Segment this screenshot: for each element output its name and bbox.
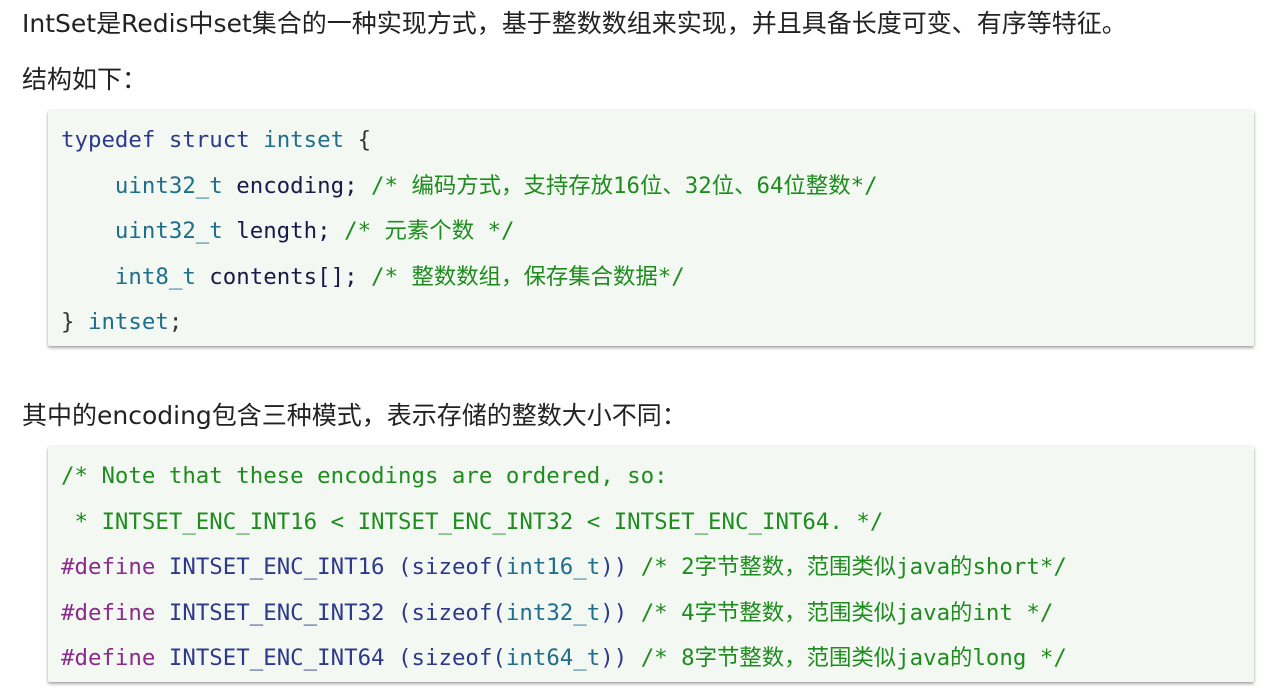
punctuation: )) (600, 645, 628, 671)
intro-paragraph: IntSet是Redis中set集合的一种实现方式，基于整数数组来实现，并且具备… (22, 9, 1127, 38)
encoding-defines-code-block: /* Note that these encodings are ordered… (48, 446, 1254, 682)
code-comment: /* 编码方式，支持存放16位、32位、64位整数*/ (357, 172, 878, 199)
code-line: #define INTSET_ENC_INT16 (sizeof(int16_t… (61, 545, 1254, 591)
field-name: encoding; (222, 172, 358, 199)
encoding-paragraph: 其中的encoding包含三种模式，表示存储的整数大小不同： (22, 401, 687, 430)
code-comment: /* 元素个数 */ (330, 218, 515, 244)
code-comment: /* 4字节整数，范围类似java的int */ (627, 599, 1054, 626)
type-name: int16_t (505, 554, 601, 580)
code-line: #define INTSET_ENC_INT64 (sizeof(int64_t… (61, 636, 1254, 682)
punctuation: ; (168, 309, 183, 335)
code-comment: /* 8字节整数，范围类似java的long */ (627, 645, 1067, 671)
punctuation: )) (600, 554, 628, 580)
punctuation: } (61, 309, 88, 335)
field-name: contents[]; (195, 263, 358, 290)
code-line: /* Note that these encodings are ordered… (61, 454, 1254, 500)
code-line: uint32_t encoding; /* 编码方式，支持存放16位、32位、6… (61, 164, 1254, 210)
code-comment: /* Note that these encodings are ordered… (61, 463, 668, 489)
field-type: uint32_t (114, 218, 223, 244)
preprocessor-directive: #define (61, 645, 156, 671)
preprocessor-directive: #define (61, 554, 156, 580)
type-name: int32_t (505, 599, 601, 626)
code-line: #define INTSET_ENC_INT32 (sizeof(int32_t… (61, 591, 1254, 637)
keyword: typedef struct (61, 127, 250, 153)
code-line: int8_t contents[]; /* 整数数组，保存集合数据*/ (61, 255, 1254, 301)
code-line: * INTSET_ENC_INT16 < INTSET_ENC_INT32 < … (61, 500, 1254, 546)
preprocessor-directive: #define (61, 599, 156, 626)
macro-expression: INTSET_ENC_INT64 (sizeof( (155, 645, 506, 671)
punctuation: )) (600, 599, 628, 626)
code-line: typedef struct intset { (61, 118, 1254, 164)
intset-struct-code-block: typedef struct intset { uint32_t encodin… (48, 110, 1254, 346)
field-type: uint32_t (114, 172, 223, 199)
code-comment: /* 2字节整数，范围类似java的short*/ (627, 554, 1067, 580)
code-comment: * INTSET_ENC_INT16 < INTSET_ENC_INT32 < … (61, 508, 884, 535)
code-comment: /* 整数数组，保存集合数据*/ (357, 263, 685, 290)
code-line: } intset; (61, 300, 1254, 346)
type-name: intset (87, 309, 169, 335)
structure-heading: 结构如下： (22, 65, 148, 94)
field-type: int8_t (114, 263, 196, 290)
type-name: int64_t (505, 645, 601, 671)
type-name: intset (263, 127, 345, 153)
macro-expression: INTSET_ENC_INT32 (sizeof( (155, 599, 506, 626)
macro-expression: INTSET_ENC_INT16 (sizeof( (155, 554, 506, 580)
punctuation: { (344, 127, 372, 153)
code-line: uint32_t length; /* 元素个数 */ (61, 209, 1254, 255)
field-name: length; (222, 218, 331, 244)
